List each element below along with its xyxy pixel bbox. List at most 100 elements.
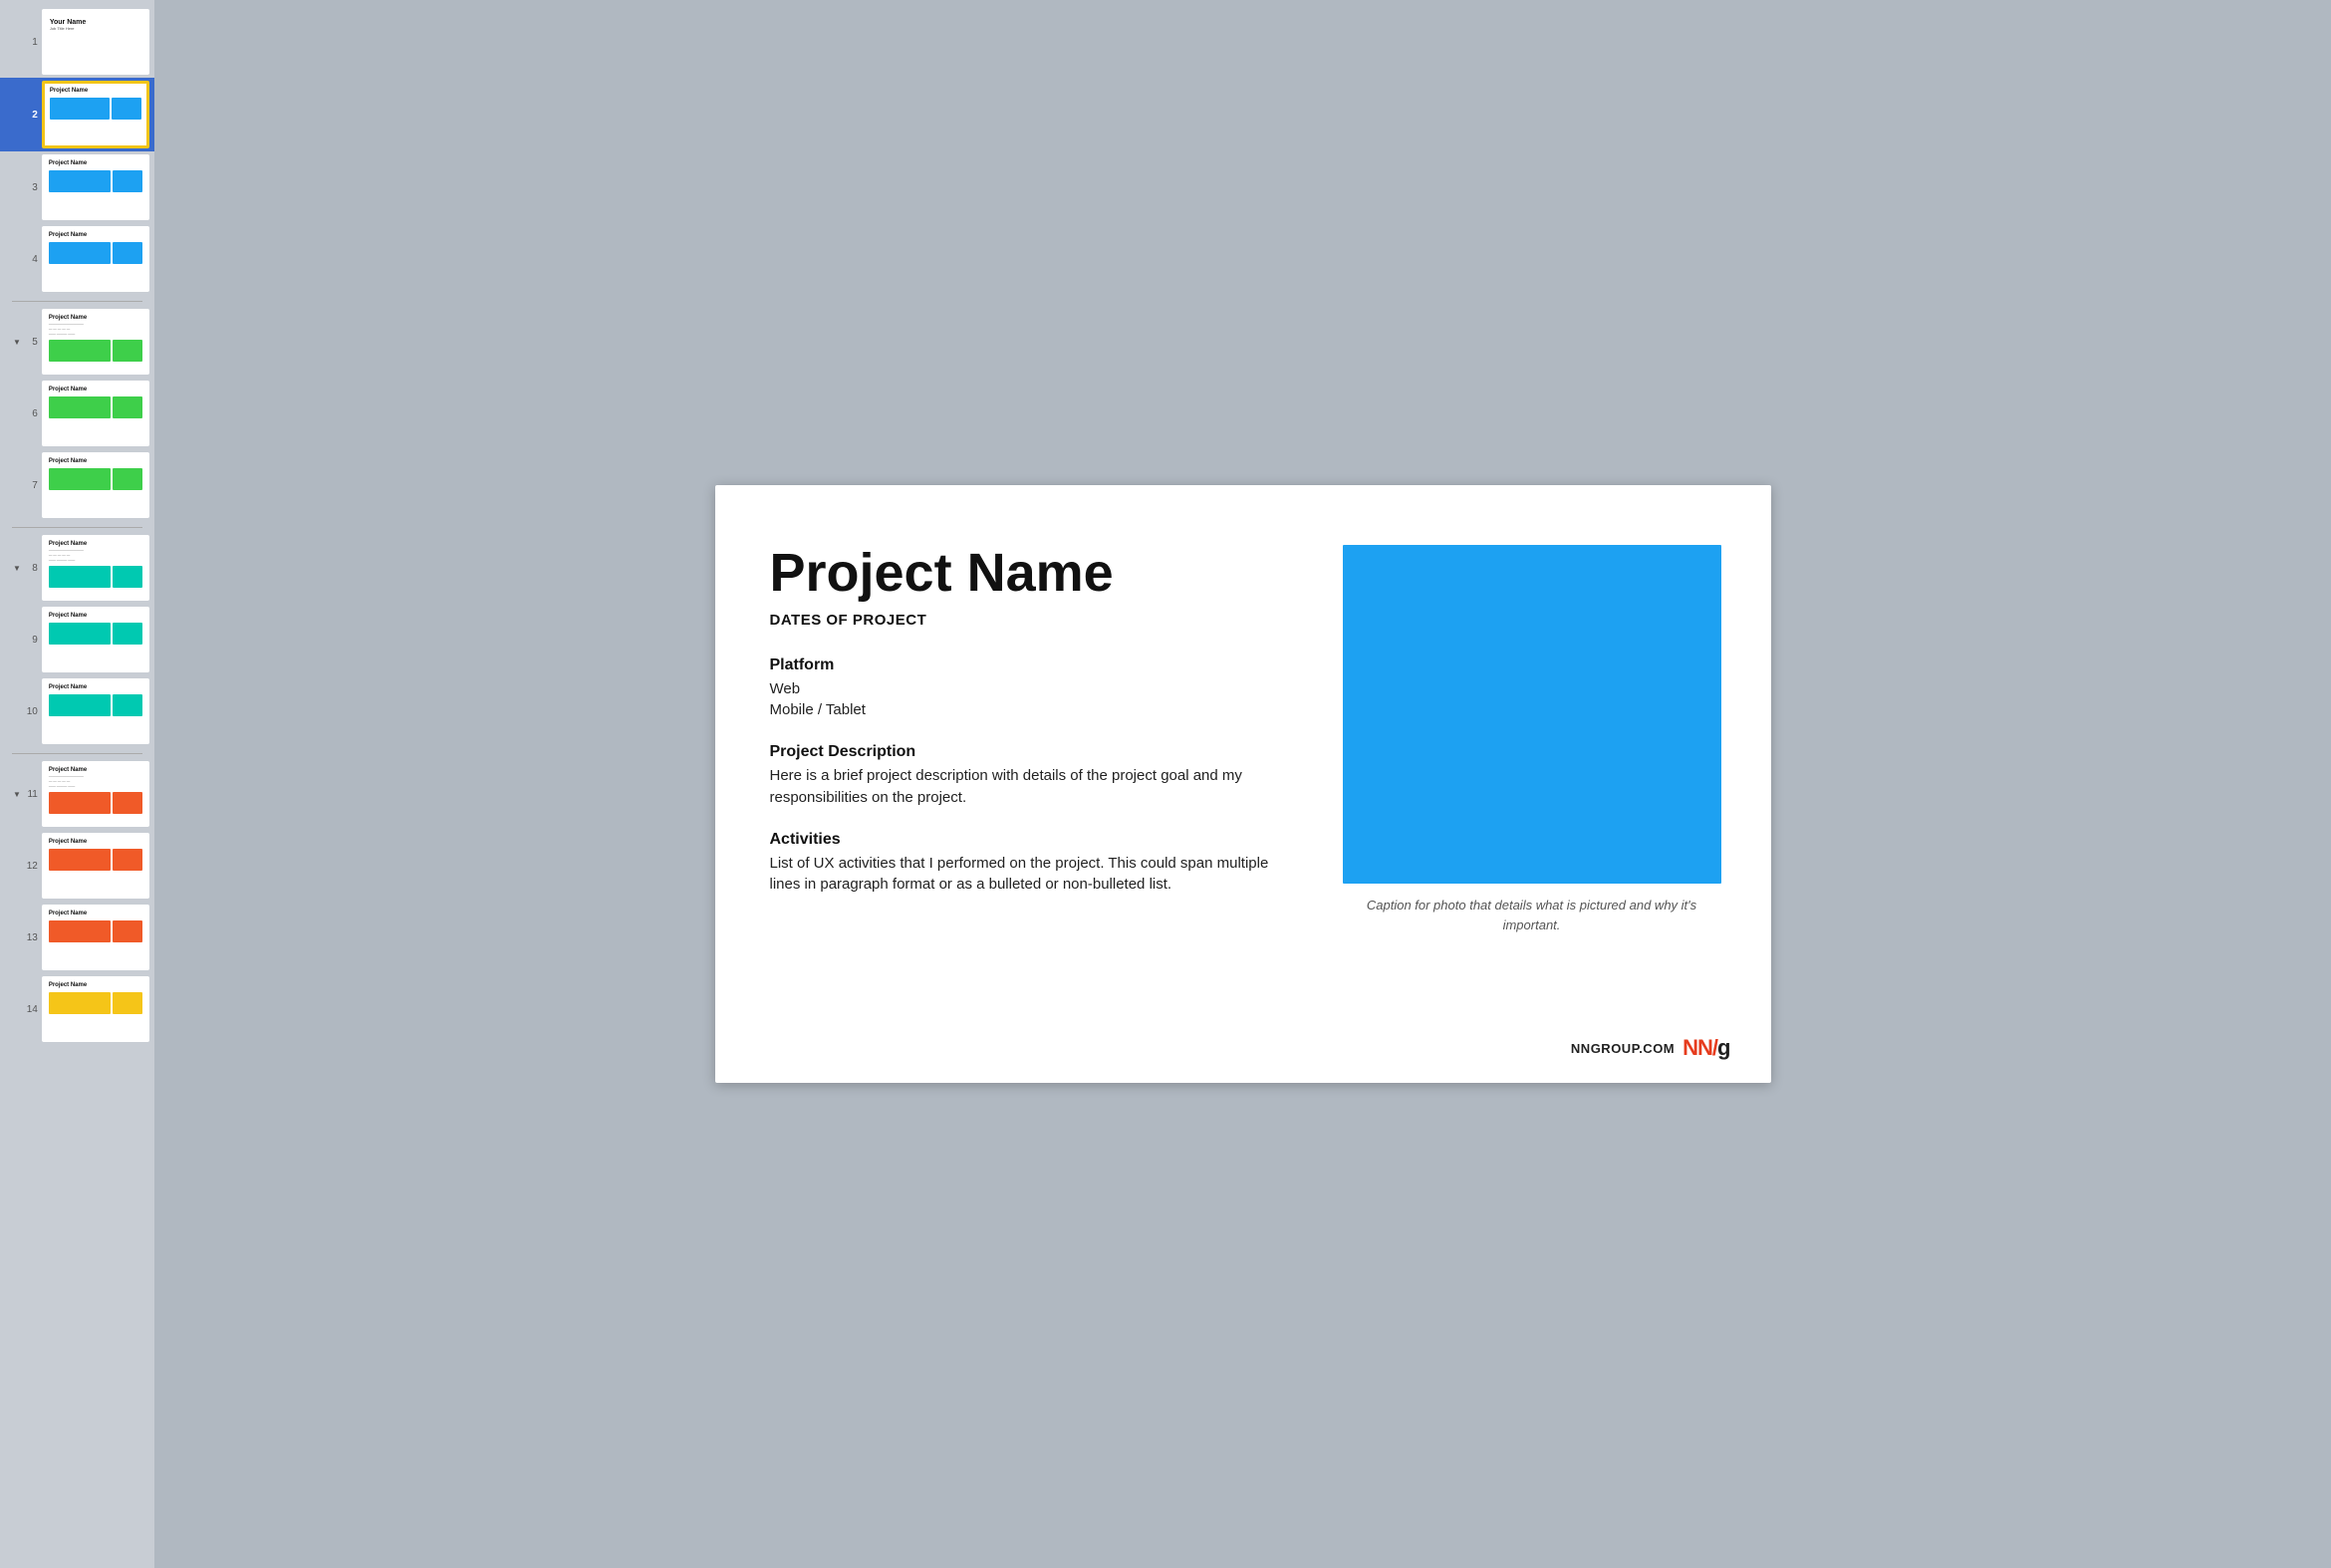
slide-thumb-13[interactable]: 13 Project Name: [0, 902, 154, 973]
slide10-title: Project Name: [49, 684, 142, 690]
slide-frame-14: Project Name: [42, 976, 149, 1042]
slide1-name: Your Name: [50, 19, 141, 26]
activities-label: Activities: [770, 831, 1303, 849]
slide9-bar2: [113, 623, 142, 645]
slide-thumb-5[interactable]: ▼ 5 Project Name —————————— — — — — — ——…: [0, 306, 154, 378]
project-description-label: Project Description: [770, 743, 1303, 761]
slide8-bars: [49, 566, 142, 588]
slide-frame-5: Project Name —————————— — — — — — —— ———…: [42, 309, 149, 375]
slide3-bar1: [49, 170, 111, 192]
photo-placeholder: [1343, 545, 1721, 884]
slide4-bar2: [113, 242, 142, 264]
slide-frame-9: Project Name: [42, 607, 149, 672]
slide-thumb-1[interactable]: 1 Your Name Job Title Here: [0, 6, 154, 78]
slide8-bar2: [113, 566, 142, 588]
slide-content-left: Project Name DATES OF PROJECT Platform W…: [770, 545, 1303, 1033]
slide-frame-13: Project Name: [42, 905, 149, 970]
slide13-bars: [49, 920, 142, 942]
slide12-bars: [49, 849, 142, 871]
slide6-bar2: [113, 396, 142, 418]
slide1-subtitle: Job Title Here: [50, 26, 141, 31]
nn-g: g: [1717, 1035, 1730, 1061]
slide10-bar1: [49, 694, 111, 716]
slide2-bar2: [112, 98, 141, 120]
slide-frame-6: Project Name: [42, 381, 149, 446]
slide7-bars: [49, 468, 142, 490]
slide14-title: Project Name: [49, 982, 142, 988]
slide-thumb-10[interactable]: 10 Project Name: [0, 675, 154, 747]
slide5-bar1: [49, 340, 111, 362]
slide-content-right: Caption for photo that details what is p…: [1343, 545, 1721, 1033]
slide-thumb-2[interactable]: 2 Project Name: [0, 78, 154, 151]
slide2-bars: [50, 98, 141, 120]
slide8-bar1: [49, 566, 111, 588]
main-area: Project Name DATES OF PROJECT Platform W…: [154, 0, 2331, 1568]
project-name-heading: Project Name: [770, 545, 1303, 602]
slide-thumb-3[interactable]: 3 Project Name: [0, 151, 154, 223]
nn-logo: NN/: [1683, 1035, 1717, 1061]
slide5-bars: [49, 340, 142, 362]
slide8-title: Project Name: [49, 541, 142, 547]
slide-thumb-14[interactable]: 14 Project Name: [0, 973, 154, 1045]
slide10-bar2: [113, 694, 142, 716]
slide-num-14: 14: [24, 1004, 38, 1015]
slide-frame-1: Your Name Job Title Here: [42, 9, 149, 75]
slide7-bar2: [113, 468, 142, 490]
platform-label: Platform: [770, 656, 1303, 674]
slide13-bar2: [113, 920, 142, 942]
slide-panel: 1 Your Name Job Title Here 2 Project Nam…: [0, 0, 154, 1568]
slide-num-3: 3: [24, 182, 38, 193]
slide-thumb-11[interactable]: ▼ 11 Project Name —————————— — — — — — —…: [0, 758, 154, 830]
platform-item2: Mobile / Tablet: [770, 701, 866, 718]
slide4-bar1: [49, 242, 111, 264]
slide-num-8: 8: [24, 563, 38, 574]
slide-thumb-8[interactable]: ▼ 8 Project Name —————————— — — — — — ——…: [0, 532, 154, 604]
slide-num-5: 5: [24, 337, 38, 348]
slide3-bar2: [113, 170, 142, 192]
slide7-title: Project Name: [49, 458, 142, 464]
slide-thumb-9[interactable]: 9 Project Name: [0, 604, 154, 675]
slide-thumb-12[interactable]: 12 Project Name: [0, 830, 154, 902]
slide-frame-4: Project Name: [42, 226, 149, 292]
slide7-bar1: [49, 468, 111, 490]
platform-body: Web Mobile / Tablet: [770, 678, 1303, 722]
slide13-title: Project Name: [49, 911, 142, 916]
slide-num-6: 6: [24, 408, 38, 419]
slide-thumb-6[interactable]: 6 Project Name: [0, 378, 154, 449]
slide-frame-2: Project Name: [42, 81, 149, 148]
slide-frame-3: Project Name: [42, 154, 149, 220]
slide12-bar1: [49, 849, 111, 871]
slide14-bar2: [113, 992, 142, 1014]
slide10-bars: [49, 694, 142, 716]
slide11-bars: [49, 792, 142, 814]
slide-num-13: 13: [24, 932, 38, 943]
slide12-title: Project Name: [49, 839, 142, 845]
slide-arrow-11: ▼: [12, 790, 22, 799]
slide2-title: Project Name: [50, 88, 141, 94]
slide-frame-8: Project Name —————————— — — — — — —— ———…: [42, 535, 149, 601]
slide9-title: Project Name: [49, 613, 142, 619]
slide13-bar1: [49, 920, 111, 942]
slide-num-11: 11: [24, 789, 38, 800]
slide-frame-10: Project Name: [42, 678, 149, 744]
slide4-bars: [49, 242, 142, 264]
slide14-bar1: [49, 992, 111, 1014]
slide-thumb-4[interactable]: 4 Project Name: [0, 223, 154, 295]
slide-num-4: 4: [24, 254, 38, 265]
slide6-bar1: [49, 396, 111, 418]
slide6-title: Project Name: [49, 387, 142, 392]
slide-thumb-7[interactable]: 7 Project Name: [0, 449, 154, 521]
slide-num-10: 10: [24, 706, 38, 717]
slide2-bar1: [50, 98, 110, 120]
slide-frame-11: Project Name —————————— — — — — — —— ———…: [42, 761, 149, 827]
slide-canvas: Project Name DATES OF PROJECT Platform W…: [715, 485, 1771, 1083]
project-description-body: Here is a brief project description with…: [770, 765, 1303, 809]
footer-branding: NNGROUP.COM NN/ g: [1571, 1035, 1731, 1061]
slide9-bar1: [49, 623, 111, 645]
slide-frame-7: Project Name: [42, 452, 149, 518]
slide-num-2: 2: [24, 110, 38, 121]
nngroup-text: NNGROUP.COM: [1571, 1041, 1675, 1056]
slide11-title: Project Name: [49, 767, 142, 773]
slide-frame-12: Project Name: [42, 833, 149, 899]
activities-body: List of UX activities that I performed o…: [770, 853, 1303, 897]
